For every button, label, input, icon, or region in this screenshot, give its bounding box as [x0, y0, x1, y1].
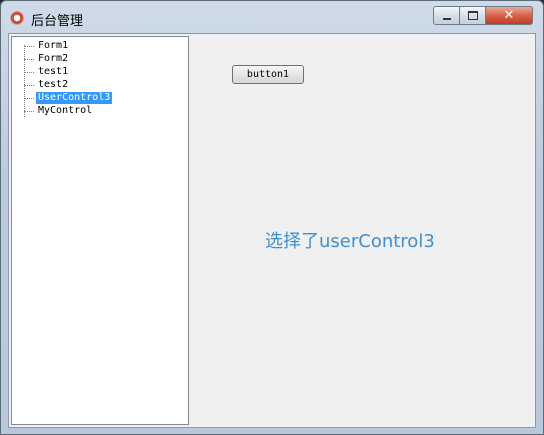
window-title: 后台管理 — [31, 14, 84, 29]
tree-view[interactable]: Form1 Form2 test1 test2 UserControl3 MyC… — [11, 36, 189, 425]
app-icon — [10, 11, 24, 25]
tree-branch-line — [24, 72, 34, 73]
title-bar[interactable]: 后台管理 ✕ — [1, 1, 543, 33]
tree-item-label: test1 — [38, 66, 69, 77]
content-panel: button1 选择了userControl3 — [189, 34, 535, 427]
tree-item-label: MyControl — [38, 105, 93, 116]
tree-branch-line — [24, 98, 34, 99]
close-icon: ✕ — [503, 8, 515, 23]
maximize-button[interactable] — [460, 6, 486, 25]
tree-item-label: Form2 — [38, 53, 69, 64]
minimize-icon — [442, 17, 451, 20]
tree-item-label: UserControl3 — [36, 92, 113, 104]
tree-item-label: test2 — [38, 79, 69, 90]
button1[interactable]: button1 — [232, 65, 304, 84]
tree-item-label: Form1 — [38, 40, 69, 51]
client-area: Form1 Form2 test1 test2 UserControl3 MyC… — [8, 33, 536, 428]
tree-branch-line — [24, 46, 34, 47]
selection-status-text: 选择了userControl3 — [265, 231, 435, 252]
tree-branch-line — [24, 111, 34, 112]
tree-connector-line — [24, 45, 25, 117]
minimize-button[interactable] — [433, 6, 460, 25]
tree-branch-line — [24, 59, 34, 60]
close-button[interactable]: ✕ — [486, 6, 533, 25]
maximize-icon — [467, 11, 478, 20]
main-window: 后台管理 ✕ Form1 Form2 test1 test2 UserContr… — [0, 0, 544, 435]
tree-branch-line — [24, 85, 34, 86]
